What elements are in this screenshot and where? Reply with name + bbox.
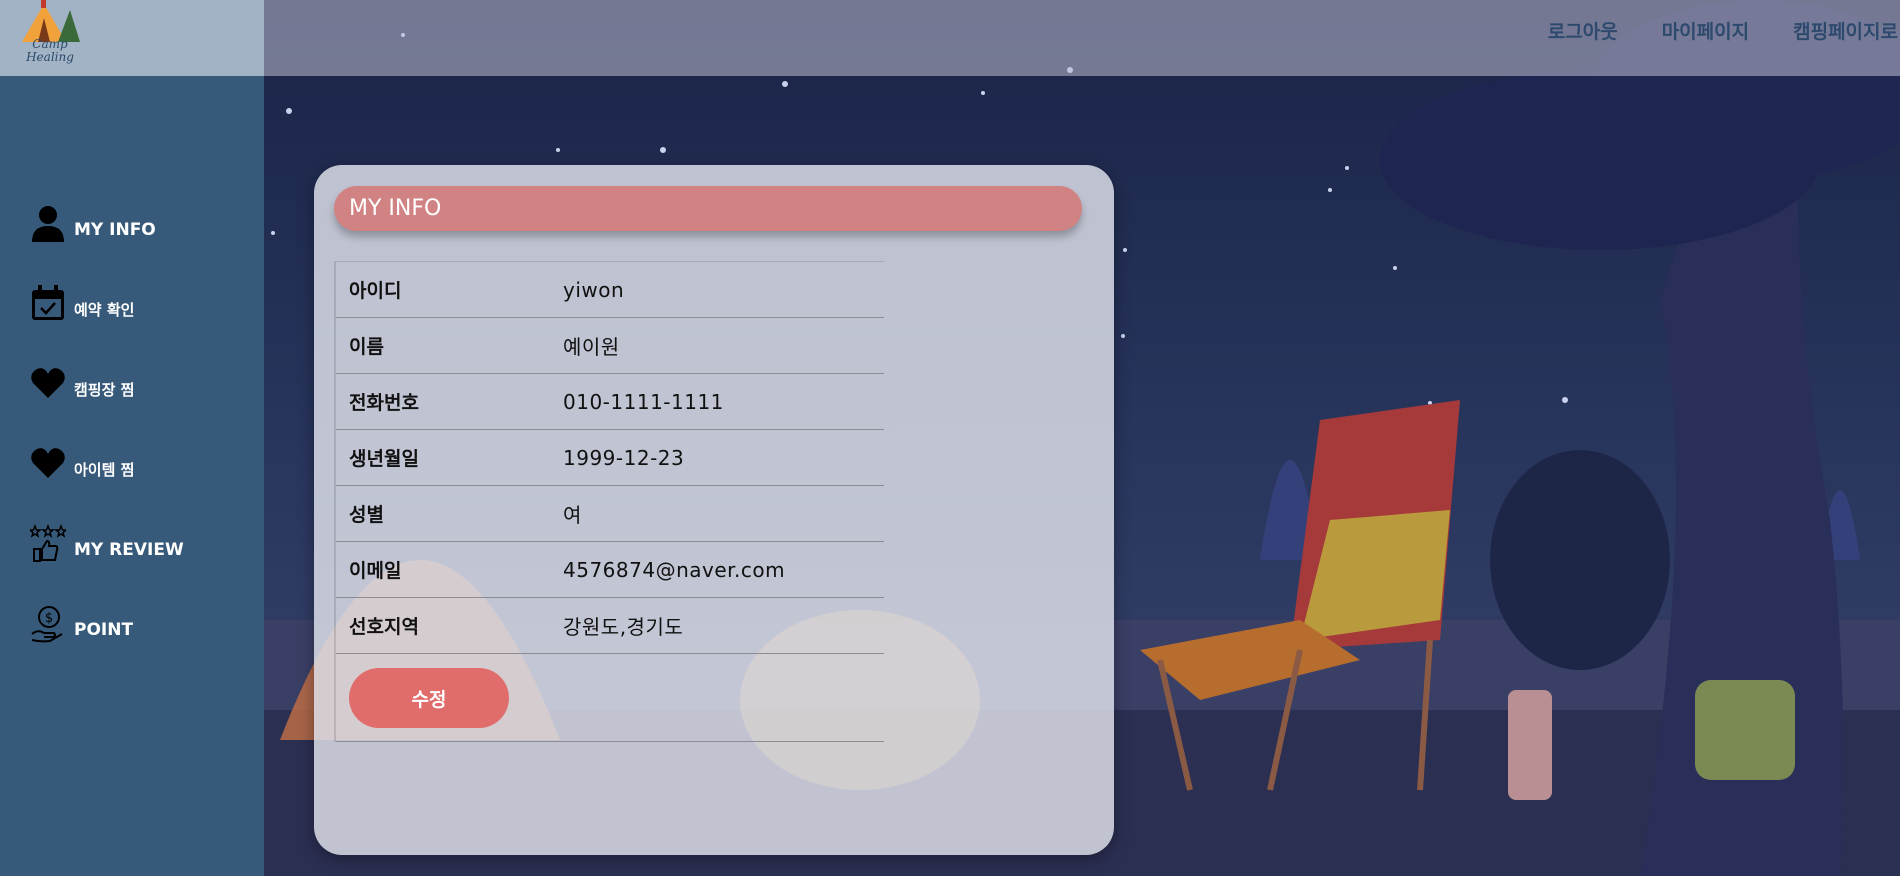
field-label: 이름 bbox=[349, 336, 384, 358]
field-label: 아이디 bbox=[349, 280, 402, 302]
calendar-check-icon bbox=[32, 285, 64, 320]
person-icon bbox=[32, 206, 64, 242]
edit-button[interactable]: 수정 bbox=[349, 668, 509, 728]
heart-icon bbox=[31, 448, 65, 478]
field-label: 생년월일 bbox=[349, 448, 419, 470]
top-header: 로그아웃 마이페이지 캠핑페이지로 bbox=[264, 0, 1900, 76]
field-value: 4576874@naver.com bbox=[563, 557, 786, 582]
field-label: 전화번호 bbox=[349, 392, 419, 414]
table-row: 이름 예이원 bbox=[336, 318, 884, 374]
field-value: 여 bbox=[563, 503, 582, 527]
water-jug bbox=[1695, 680, 1795, 780]
table-row: 선호지역 강원도,경기도 bbox=[336, 598, 884, 654]
sidebar-item-label: 예약 확인 bbox=[74, 301, 135, 319]
table-row: 생년월일 1999-12-23 bbox=[336, 430, 884, 486]
field-label: 성별 bbox=[349, 504, 384, 526]
sidebar-item-label: 아이템 찜 bbox=[74, 461, 135, 479]
sidebar-item-label: POINT bbox=[74, 620, 134, 640]
table-row: 이메일 4576874@naver.com bbox=[336, 542, 884, 598]
hand-dollar-icon: $ bbox=[31, 606, 63, 643]
my-info-card: MY INFO 아이디 yiwon 이름 예이원 전화번호 010-1111-1… bbox=[314, 165, 1114, 855]
sidebar: MY INFO 예약 확인 캠핑장 찜 아이템 찜 MY REVIEW $ PO… bbox=[0, 76, 264, 876]
logo-text: Camp Healing bbox=[22, 38, 78, 64]
field-value: 강원도,경기도 bbox=[563, 615, 684, 639]
sidebar-item-point[interactable]: $ POINT bbox=[30, 604, 133, 644]
heart-icon bbox=[31, 368, 65, 398]
sidebar-item-item-wishlist[interactable]: 아이템 찜 bbox=[30, 444, 134, 484]
field-label: 선호지역 bbox=[349, 616, 419, 638]
sidebar-item-my-info[interactable]: MY INFO bbox=[30, 204, 156, 244]
top-nav: 로그아웃 마이페이지 캠핑페이지로 bbox=[1548, 0, 1898, 60]
card-title: MY INFO bbox=[334, 186, 1082, 231]
stars-thumbs-up-icon bbox=[30, 524, 66, 562]
field-value: 1999-12-23 bbox=[563, 445, 685, 470]
table-row: 아이디 yiwon bbox=[336, 262, 884, 318]
field-value: 예이원 bbox=[563, 335, 620, 359]
sidebar-item-label: MY REVIEW bbox=[74, 540, 184, 560]
sidebar-item-label: 캠핑장 찜 bbox=[74, 381, 135, 399]
field-value: 010-1111-1111 bbox=[563, 389, 724, 414]
table-row: 성별 여 bbox=[336, 486, 884, 542]
thermos bbox=[1508, 690, 1552, 800]
logo-text-line2: Healing bbox=[26, 50, 74, 64]
info-table: 아이디 yiwon 이름 예이원 전화번호 010-1111-1111 생년월일… bbox=[334, 261, 884, 742]
svg-text:$: $ bbox=[45, 611, 53, 626]
field-label: 이메일 bbox=[349, 560, 402, 582]
table-row: 전화번호 010-1111-1111 bbox=[336, 374, 884, 430]
field-value: yiwon bbox=[563, 277, 625, 302]
sidebar-item-reservation[interactable]: 예약 확인 bbox=[30, 284, 134, 324]
camping-page-link[interactable]: 캠핑페이지로 bbox=[1793, 17, 1898, 44]
sidebar-item-campsite-wishlist[interactable]: 캠핑장 찜 bbox=[30, 364, 134, 404]
mypage-link[interactable]: 마이페이지 bbox=[1662, 17, 1749, 44]
button-row: 수정 bbox=[336, 654, 884, 742]
logo-area[interactable]: Camp Healing bbox=[0, 0, 264, 76]
logout-link[interactable]: 로그아웃 bbox=[1548, 17, 1618, 44]
sidebar-item-label: MY INFO bbox=[74, 220, 156, 240]
sidebar-item-my-review[interactable]: MY REVIEW bbox=[30, 524, 184, 564]
